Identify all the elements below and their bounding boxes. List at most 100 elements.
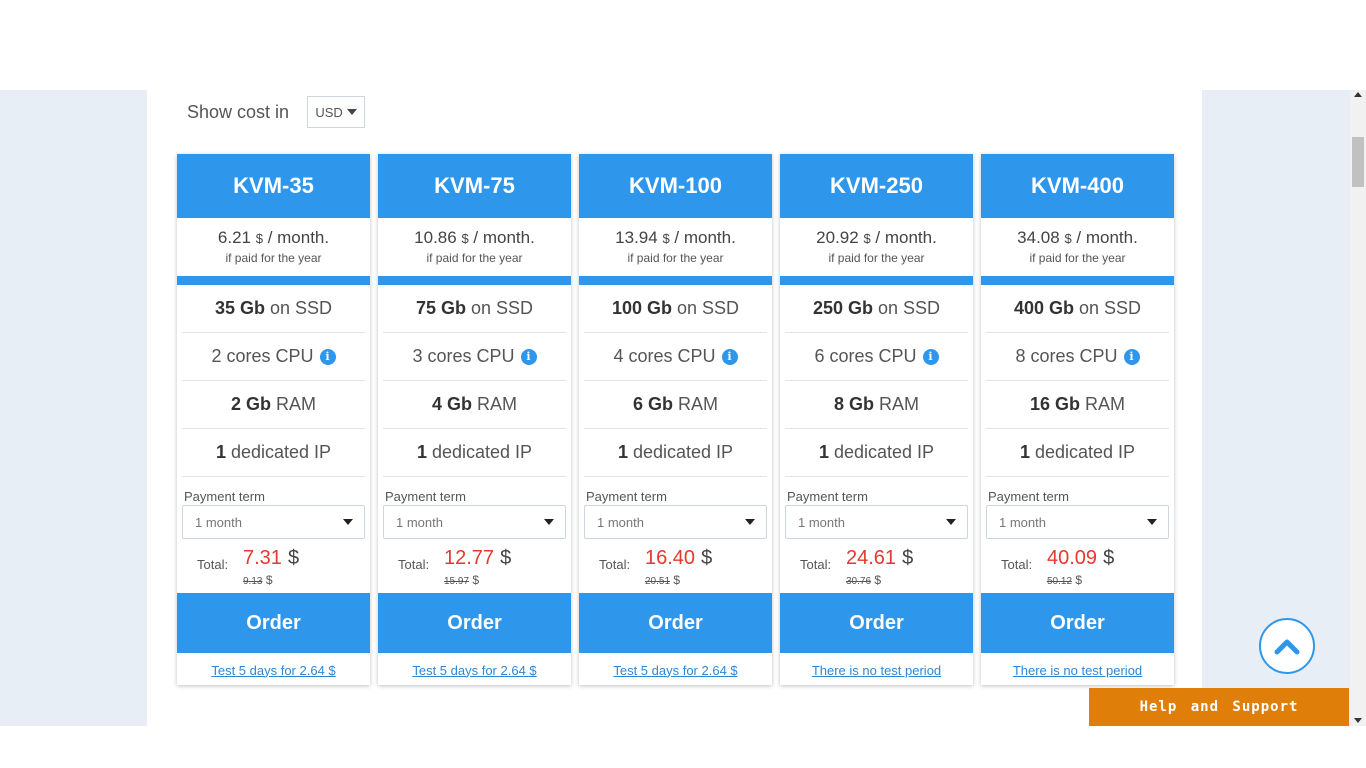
ip-text: dedicated IP	[431, 442, 533, 462]
order-button[interactable]: Order	[177, 593, 370, 653]
plan-price: 34.08 $ / month. if paid for the year	[981, 218, 1174, 276]
total-label: Total:	[800, 557, 832, 572]
price-unit: / month.	[1076, 228, 1138, 247]
plan-name: KVM-250	[780, 154, 973, 218]
caret-down-icon	[946, 519, 956, 525]
ip-value: 1	[1019, 442, 1030, 462]
pricing-section: Show cost in USD KVM-35 6.21 $ / month. …	[147, 90, 1202, 726]
total-block: Total: 7.31 $ 9.13 $	[177, 539, 370, 593]
cpu-text: 2 cores CPU	[211, 346, 314, 366]
scroll-up-arrow-icon[interactable]	[1354, 92, 1362, 97]
cpu-text: 8 cores CPU	[1015, 346, 1118, 366]
spec-ram: 8 Gb RAM	[785, 381, 968, 429]
total-value: 7.31	[243, 547, 282, 569]
plan-name: KVM-400	[981, 154, 1174, 218]
ram-value: 6 Gb	[632, 394, 673, 414]
scrollbar[interactable]	[1350, 90, 1366, 726]
old-price-currency: $	[874, 573, 882, 587]
price-line: 10.86 $ / month.	[378, 228, 571, 248]
old-price: 15.97 $	[444, 573, 479, 587]
old-price-value: 20.51	[645, 576, 671, 587]
payment-term-label: Payment term	[184, 489, 265, 504]
price-value: 34.08	[1017, 228, 1060, 247]
total-block: Total: 12.77 $ 15.97 $	[378, 539, 571, 593]
price-value: 20.92	[816, 228, 859, 247]
plan-card: KVM-100 13.94 $ / month. if paid for the…	[579, 154, 772, 685]
ram-text: RAM	[1085, 394, 1126, 414]
total-value: 16.40	[645, 547, 696, 569]
total-block: Total: 40.09 $ 50.12 $	[981, 539, 1174, 593]
spec-cpu: 6 cores CPU i	[785, 333, 968, 381]
payment-term-select[interactable]: 1 month	[584, 505, 767, 539]
payment-term-value: 1 month	[798, 514, 845, 530]
order-button[interactable]: Order	[579, 593, 772, 653]
price-note: if paid for the year	[1029, 251, 1126, 265]
plan-card: KVM-35 6.21 $ / month. if paid for the y…	[177, 154, 370, 685]
test-period-link[interactable]: There is no test period	[981, 653, 1174, 687]
test-period-link[interactable]: Test 5 days for 2.64 $	[378, 653, 571, 687]
plan-price: 20.92 $ / month. if paid for the year	[780, 218, 973, 276]
old-price-currency: $	[265, 573, 273, 587]
price-currency: $	[255, 231, 263, 246]
ssd-text: on SSD	[269, 298, 333, 318]
info-icon[interactable]: i	[1123, 348, 1140, 365]
info-icon[interactable]: i	[922, 348, 939, 365]
spec-ssd: 400 Gb on SSD	[986, 285, 1169, 333]
test-period-link[interactable]: Test 5 days for 2.64 $	[177, 653, 370, 687]
test-period-link[interactable]: There is no test period	[780, 653, 973, 687]
ip-value: 1	[818, 442, 829, 462]
price-note: if paid for the year	[627, 251, 724, 265]
cpu-text: 6 cores CPU	[814, 346, 917, 366]
ip-text: dedicated IP	[632, 442, 734, 462]
payment-term-value: 1 month	[999, 514, 1046, 530]
info-icon[interactable]: i	[319, 348, 336, 365]
payment-term-label: Payment term	[988, 489, 1069, 504]
divider-strip	[177, 276, 370, 285]
plan-list: KVM-35 6.21 $ / month. if paid for the y…	[177, 154, 1174, 685]
order-button[interactable]: Order	[378, 593, 571, 653]
info-icon[interactable]: i	[721, 348, 738, 365]
chevron-up-icon	[1274, 639, 1300, 655]
ip-text: dedicated IP	[230, 442, 332, 462]
total-block: Total: 24.61 $ 30.76 $	[780, 539, 973, 593]
order-button[interactable]: Order	[981, 593, 1174, 653]
currency-select[interactable]: USD	[307, 96, 366, 128]
order-button[interactable]: Order	[780, 593, 973, 653]
bottom-blank-area	[0, 726, 1366, 768]
spec-cpu: 4 cores CPU i	[584, 333, 767, 381]
ram-text: RAM	[477, 394, 517, 414]
total-currency: $	[701, 547, 713, 569]
price-line: 20.92 $ / month.	[780, 228, 973, 248]
total-value: 12.77	[444, 547, 495, 569]
plan-card: KVM-400 34.08 $ / month. if paid for the…	[981, 154, 1174, 685]
ssd-text: on SSD	[1078, 298, 1142, 318]
payment-term-select[interactable]: 1 month	[383, 505, 566, 539]
price-unit: / month.	[473, 228, 535, 247]
info-icon[interactable]: i	[520, 348, 537, 365]
spec-ssd: 75 Gb on SSD	[383, 285, 566, 333]
help-and-support-button[interactable]: Help and Support	[1089, 688, 1349, 726]
scroll-thumb[interactable]	[1352, 137, 1364, 187]
old-price-currency: $	[1075, 573, 1083, 587]
ssd-value: 75 Gb	[415, 298, 466, 318]
old-price-value: 30.76	[846, 576, 872, 587]
spec-cpu: 8 cores CPU i	[986, 333, 1169, 381]
spec-ip: 1 dedicated IP	[785, 429, 968, 477]
spec-ssd: 35 Gb on SSD	[182, 285, 365, 333]
payment-term-select[interactable]: 1 month	[986, 505, 1169, 539]
total-price: 16.40 $	[645, 547, 712, 570]
ssd-text: on SSD	[877, 298, 941, 318]
back-to-top-button[interactable]	[1259, 618, 1315, 674]
total-currency: $	[287, 547, 300, 569]
divider-strip	[780, 276, 973, 285]
spec-cpu: 3 cores CPU i	[383, 333, 566, 381]
cpu-text: 4 cores CPU	[613, 346, 716, 366]
caret-down-icon	[745, 519, 755, 525]
price-unit: / month.	[875, 228, 937, 247]
test-period-link[interactable]: Test 5 days for 2.64 $	[579, 653, 772, 687]
payment-term-select[interactable]: 1 month	[182, 505, 365, 539]
price-note: if paid for the year	[426, 251, 523, 265]
ram-value: 8 Gb	[833, 394, 874, 414]
payment-term-select[interactable]: 1 month	[785, 505, 968, 539]
scroll-down-arrow-icon[interactable]	[1354, 718, 1362, 723]
